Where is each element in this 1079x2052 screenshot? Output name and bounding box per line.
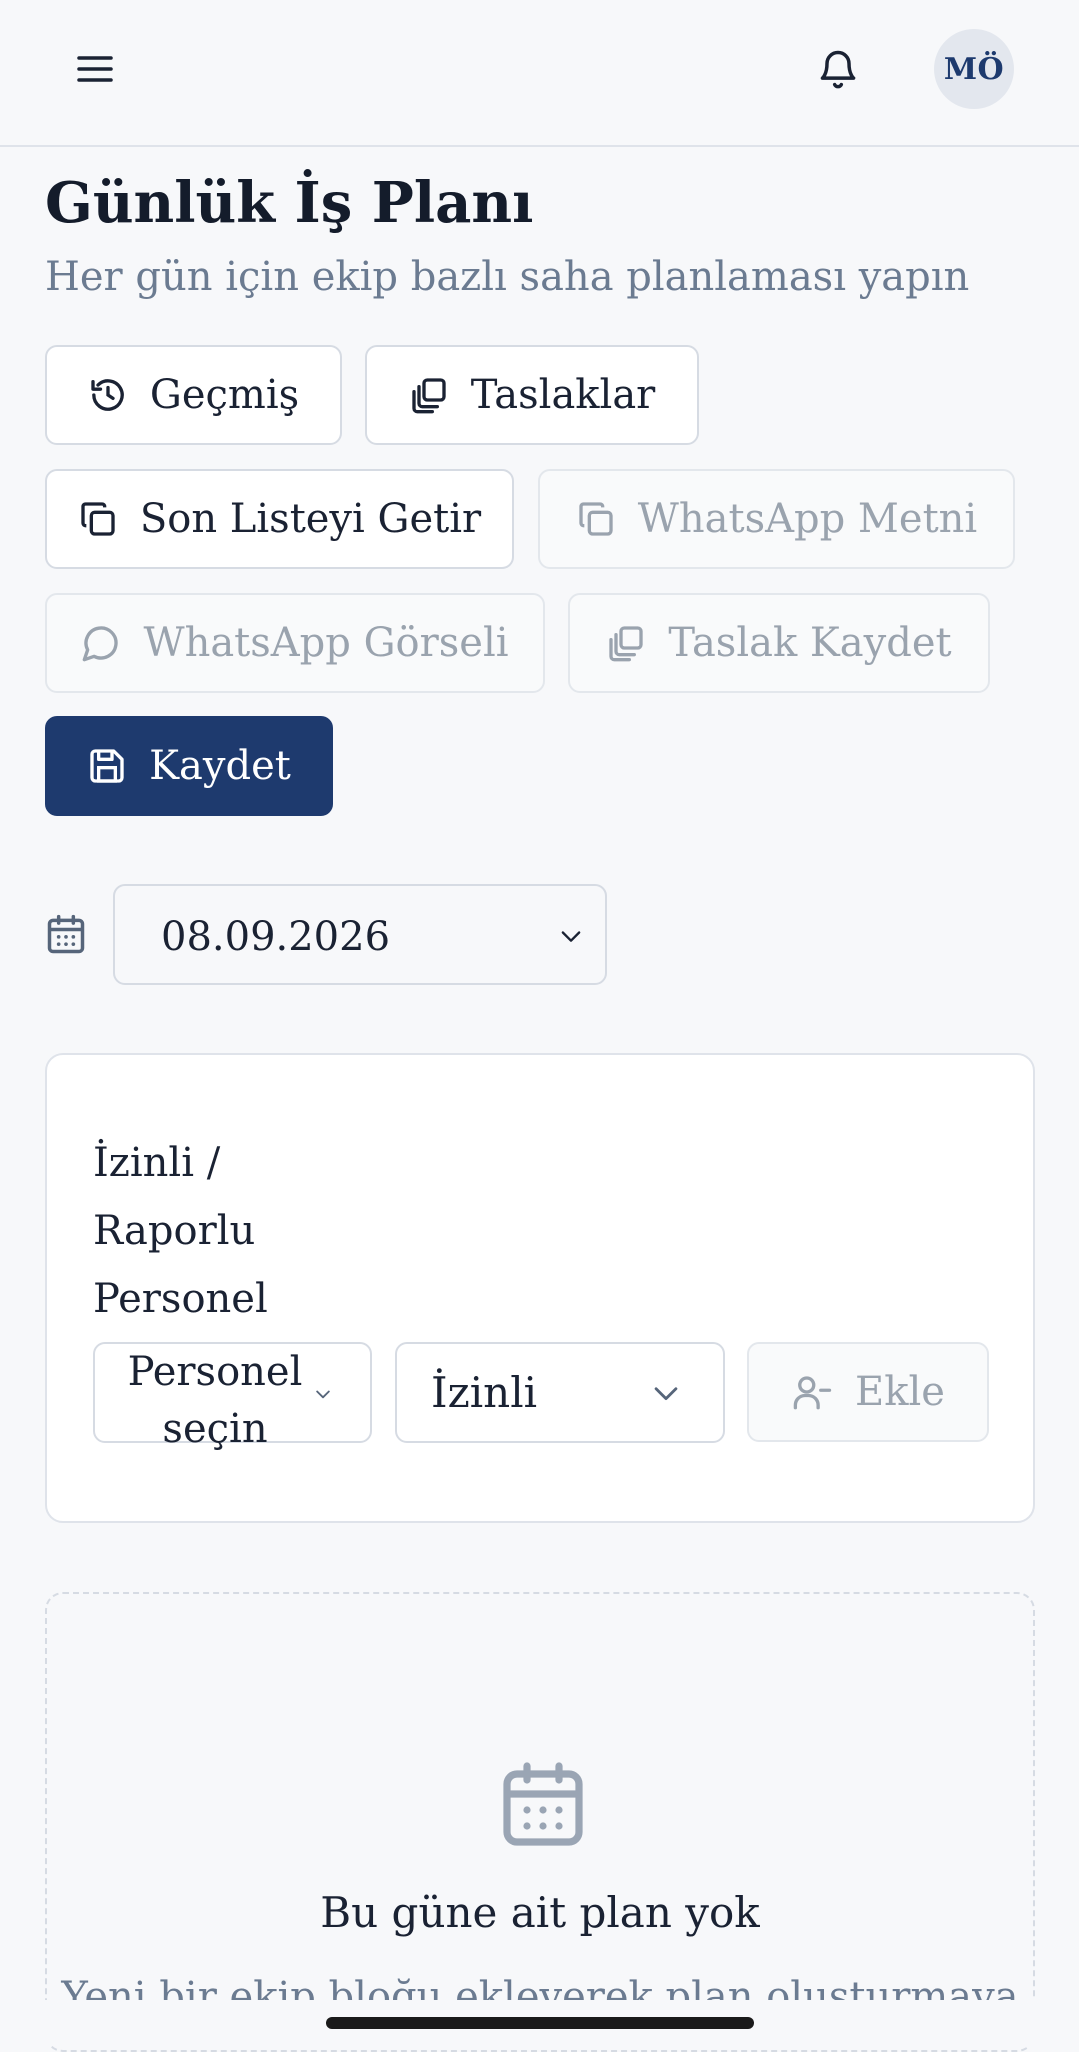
date-value: 08.09.2026: [161, 914, 391, 960]
leave-status-value: İzinli: [431, 1368, 538, 1417]
hamburger-menu-icon: [77, 56, 113, 82]
save-draft-button[interactable]: Taslak Kaydet: [568, 593, 990, 693]
empty-state-title: Bu güne ait plan yok: [320, 1888, 760, 1937]
leave-personnel-card: İzinli / Raporlu Personel Personel seçin…: [45, 1053, 1035, 1523]
date-select[interactable]: 08.09.2026: [113, 884, 607, 985]
history-button[interactable]: Geçmiş: [45, 345, 342, 445]
chevron-down-icon: [316, 1390, 330, 1399]
copy-stack-icon: [609, 626, 644, 662]
copy-icon: [579, 502, 613, 536]
load-last-list-button[interactable]: Son Listeyi Getir: [45, 469, 514, 569]
personnel-select-placeholder: Personel seçin: [127, 1349, 303, 1452]
page-subtitle: Her gün için ekip bazlı saha planlaması …: [45, 254, 970, 300]
whatsapp-image-button[interactable]: WhatsApp Görseli: [45, 593, 545, 693]
save-draft-label: Taslak Kaydet: [668, 620, 952, 666]
history-icon: [91, 379, 124, 411]
empty-plan-state: Bu güne ait plan yok Yeni bir ekip bloğu…: [45, 1592, 1035, 2052]
add-leave-label: Ekle: [855, 1369, 945, 1415]
leave-status-select[interactable]: İzinli: [395, 1342, 725, 1443]
calendar-icon: [44, 912, 88, 962]
copy-icon: [81, 502, 115, 536]
user-minus-icon: [793, 1376, 832, 1410]
top-bar: MÖ: [0, 0, 1079, 147]
save-button[interactable]: Kaydet: [45, 716, 333, 816]
whatsapp-image-label: WhatsApp Görseli: [143, 620, 509, 666]
user-avatar[interactable]: MÖ: [934, 29, 1014, 109]
floppy-disk-icon: [90, 749, 124, 783]
leave-card-title: İzinli / Raporlu Personel: [93, 1140, 268, 1322]
drafts-label: Taslaklar: [470, 372, 656, 418]
load-last-list-label: Son Listeyi Getir: [139, 496, 482, 542]
chevron-down-icon: [561, 931, 581, 942]
personnel-select[interactable]: Personel seçin: [93, 1342, 372, 1452]
add-leave-button[interactable]: Ekle: [747, 1342, 989, 1442]
whatsapp-text-button[interactable]: WhatsApp Metni: [538, 469, 1015, 569]
notifications-button[interactable]: [800, 35, 876, 103]
copy-stack-icon: [412, 378, 446, 414]
history-label: Geçmiş: [149, 372, 300, 418]
save-label: Kaydet: [149, 743, 291, 789]
drafts-button[interactable]: Taslaklar: [365, 345, 699, 445]
home-indicator: [326, 2017, 754, 2029]
chevron-down-icon: [654, 1387, 678, 1401]
menu-button[interactable]: [60, 38, 130, 100]
bell-icon: [820, 50, 856, 89]
calendar-icon: [503, 1762, 583, 1846]
page-title: Günlük İş Planı: [45, 170, 534, 236]
chat-bubble-icon: [83, 626, 119, 662]
whatsapp-text-label: WhatsApp Metni: [637, 496, 978, 542]
